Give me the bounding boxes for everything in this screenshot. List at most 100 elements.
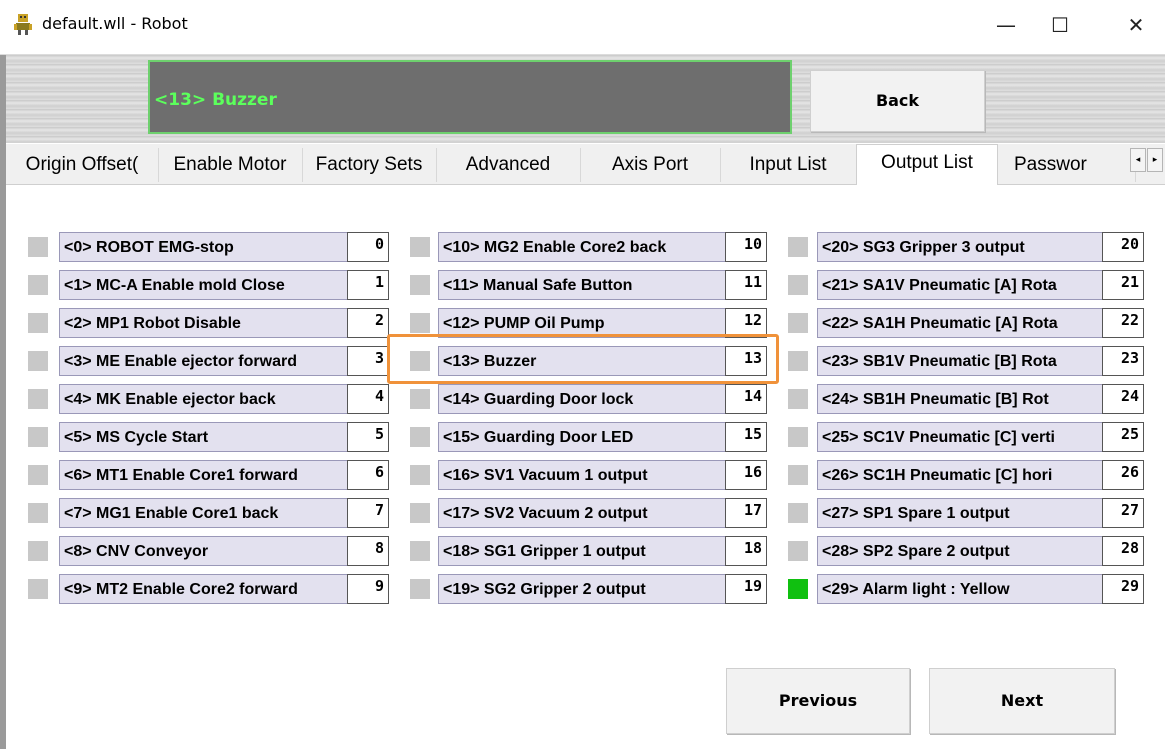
output-led: [28, 541, 48, 561]
tab-enable-motor[interactable]: Enable Motor: [158, 148, 303, 182]
tab-origin-offset[interactable]: Origin Offset(: [6, 148, 159, 182]
output-number: 22: [1102, 308, 1144, 338]
output-label[interactable]: <24> SB1H Pneumatic [B] Rot: [817, 384, 1103, 414]
output-label[interactable]: <18> SG1 Gripper 1 output: [438, 536, 726, 566]
tab-factory-sets[interactable]: Factory Sets: [302, 148, 437, 182]
output-led: [410, 465, 430, 485]
output-number: 17: [725, 498, 767, 528]
output-number: 0: [347, 232, 389, 262]
output-label[interactable]: <9> MT2 Enable Core2 forward: [59, 574, 348, 604]
output-label[interactable]: <15> Guarding Door LED: [438, 422, 726, 452]
output-led: [28, 427, 48, 447]
output-label[interactable]: <23> SB1V Pneumatic [B] Rota: [817, 346, 1103, 376]
output-label[interactable]: <14> Guarding Door lock: [438, 384, 726, 414]
output-label[interactable]: <17> SV2 Vacuum 2 output: [438, 498, 726, 528]
output-led: [788, 275, 808, 295]
output-number: 18: [725, 536, 767, 566]
output-number: 14: [725, 384, 767, 414]
back-button[interactable]: Back: [810, 70, 985, 132]
title-bar: default.wll - Robot — ☐ ✕: [0, 0, 1165, 55]
output-label[interactable]: <4> MK Enable ejector back: [59, 384, 348, 414]
output-led: [788, 313, 808, 333]
tab-input-list[interactable]: Input List: [720, 148, 857, 182]
output-label[interactable]: <1> MC-A Enable mold Close: [59, 270, 348, 300]
output-label[interactable]: <26> SC1H Pneumatic [C] hori: [817, 460, 1103, 490]
output-number: 24: [1102, 384, 1144, 414]
output-led: [788, 427, 808, 447]
output-label[interactable]: <20> SG3 Gripper 3 output: [817, 232, 1103, 262]
output-label[interactable]: <28> SP2 Spare 2 output: [817, 536, 1103, 566]
output-number: 20: [1102, 232, 1144, 262]
output-led: [788, 503, 808, 523]
output-label[interactable]: <10> MG2 Enable Core2 back: [438, 232, 726, 262]
tab-output-list[interactable]: Output List: [856, 144, 998, 185]
output-label[interactable]: <27> SP1 Spare 1 output: [817, 498, 1103, 528]
output-led: [788, 351, 808, 371]
window-title: default.wll - Robot: [42, 14, 188, 33]
output-number: 23: [1102, 346, 1144, 376]
selection-highlight: [387, 334, 779, 384]
tab-password[interactable]: Passwor: [996, 148, 1136, 182]
robot-app-icon: [14, 14, 32, 35]
tab-scroll-right-icon[interactable]: ▸: [1147, 148, 1163, 172]
previous-button[interactable]: Previous: [726, 668, 910, 734]
output-number: 8: [347, 536, 389, 566]
output-label[interactable]: <11> Manual Safe Button: [438, 270, 726, 300]
output-label[interactable]: <2> MP1 Robot Disable: [59, 308, 348, 338]
output-led: [28, 275, 48, 295]
output-led: [28, 313, 48, 333]
output-led: [410, 503, 430, 523]
output-led: [28, 237, 48, 257]
output-led: [410, 313, 430, 333]
tab-axis-port[interactable]: Axis Port: [580, 148, 721, 182]
output-label[interactable]: <3> ME Enable ejector forward: [59, 346, 348, 376]
output-led: [28, 465, 48, 485]
output-led-active: [788, 579, 808, 599]
output-number: 6: [347, 460, 389, 490]
output-led: [410, 579, 430, 599]
output-led: [788, 237, 808, 257]
output-label[interactable]: <22> SA1H Pneumatic [A] Rota: [817, 308, 1103, 338]
output-label[interactable]: <6> MT1 Enable Core1 forward: [59, 460, 348, 490]
output-led: [788, 465, 808, 485]
next-button[interactable]: Next: [929, 668, 1115, 734]
output-led: [410, 389, 430, 409]
status-display-text: <13> Buzzer: [154, 90, 277, 110]
output-label[interactable]: <5> MS Cycle Start: [59, 422, 348, 452]
tab-scroll-left-icon[interactable]: ◂: [1130, 148, 1146, 172]
output-label[interactable]: <16> SV1 Vacuum 1 output: [438, 460, 726, 490]
output-number: 16: [725, 460, 767, 490]
minimize-button[interactable]: —: [986, 10, 1026, 40]
output-number: 25: [1102, 422, 1144, 452]
output-led: [28, 351, 48, 371]
output-label[interactable]: <0> ROBOT EMG-stop: [59, 232, 348, 262]
output-number: 9: [347, 574, 389, 604]
output-number: 3: [347, 346, 389, 376]
output-number: 26: [1102, 460, 1144, 490]
output-label[interactable]: <7> MG1 Enable Core1 back: [59, 498, 348, 528]
output-led: [410, 275, 430, 295]
output-number: 15: [725, 422, 767, 452]
output-label[interactable]: <8> CNV Conveyor: [59, 536, 348, 566]
output-led: [410, 541, 430, 561]
output-number: 2: [347, 308, 389, 338]
output-label[interactable]: <25> SC1V Pneumatic [C] verti: [817, 422, 1103, 452]
output-led: [410, 237, 430, 257]
tab-advanced[interactable]: Advanced: [436, 148, 581, 182]
output-number: 7: [347, 498, 389, 528]
output-number: 19: [725, 574, 767, 604]
output-led: [28, 503, 48, 523]
output-number: 5: [347, 422, 389, 452]
output-number: 21: [1102, 270, 1144, 300]
output-label[interactable]: <21> SA1V Pneumatic [A] Rota: [817, 270, 1103, 300]
output-led: [788, 389, 808, 409]
output-led: [28, 389, 48, 409]
output-label[interactable]: <29> Alarm light : Yellow: [817, 574, 1103, 604]
close-button[interactable]: ✕: [1116, 10, 1156, 40]
output-number: 10: [725, 232, 767, 262]
output-led: [410, 427, 430, 447]
output-number: 11: [725, 270, 767, 300]
status-display: <13> Buzzer: [148, 60, 792, 134]
output-label[interactable]: <19> SG2 Gripper 2 output: [438, 574, 726, 604]
maximize-button[interactable]: ☐: [1040, 10, 1080, 40]
